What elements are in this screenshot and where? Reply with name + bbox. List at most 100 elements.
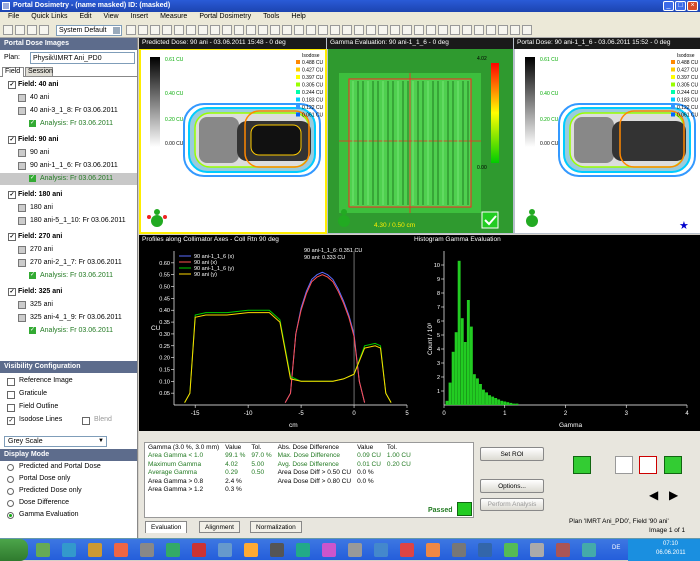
toolbar-tool-icon[interactable] — [318, 25, 328, 35]
taskbar-app-icon[interactable] — [296, 543, 310, 557]
toolbar-tool-icon[interactable] — [378, 25, 388, 35]
visibility-checkbox[interactable] — [7, 391, 15, 399]
options-button[interactable]: Options... — [480, 479, 544, 493]
analysis-item[interactable]: ✓ Analysis: Fr 03.06.2011 — [0, 173, 137, 185]
maximize-button[interactable]: □ — [675, 1, 686, 11]
taskbar-app-icon[interactable] — [88, 543, 102, 557]
visibility-option[interactable]: Reference Image — [0, 375, 73, 387]
taskbar-app-icon[interactable] — [348, 543, 362, 557]
menu-item[interactable]: Help — [291, 13, 305, 23]
toolbar-tool-icon[interactable] — [162, 25, 172, 35]
next-arrow-icon[interactable]: ▶ — [669, 488, 678, 502]
taskbar-app-icon[interactable] — [62, 543, 76, 557]
prediction-item[interactable]: 270 ani-2_1_7: Fr 03.06.2011 — [0, 257, 137, 269]
taskbar-app-icon[interactable] — [192, 543, 206, 557]
portal-image-item[interactable]: 40 ani — [0, 92, 137, 104]
taskbar-app-icon[interactable] — [166, 543, 180, 557]
toolbar-tool-icon[interactable] — [306, 25, 316, 35]
toolbar-tool-icon[interactable] — [354, 25, 364, 35]
menu-item[interactable]: File — [8, 13, 19, 23]
system-select[interactable]: System Default — [56, 25, 122, 36]
display-mode-option[interactable]: Gamma Evaluation — [0, 509, 137, 521]
toolbar-tool-icon[interactable] — [270, 25, 280, 35]
set-roi-button[interactable]: Set ROI — [480, 447, 544, 461]
taskbar-app-icon[interactable] — [374, 543, 388, 557]
undo-icon[interactable] — [39, 25, 49, 35]
taskbar-app-icon[interactable] — [478, 543, 492, 557]
toolbar-tool-icon[interactable] — [282, 25, 292, 35]
taskbar-app-icon[interactable] — [270, 543, 284, 557]
visibility-checkbox[interactable] — [7, 378, 15, 386]
visibility-checkbox[interactable] — [7, 404, 15, 412]
toolbar-tool-icon[interactable] — [210, 25, 220, 35]
portal-image-item[interactable]: 270 ani — [0, 244, 137, 256]
taskbar-app-icon[interactable] — [582, 543, 596, 557]
toolbar-tool-icon[interactable] — [150, 25, 160, 35]
warning-icon[interactable] — [573, 456, 591, 474]
taskbar-app-icon[interactable] — [400, 543, 414, 557]
radio-button[interactable] — [7, 476, 14, 483]
prediction-item[interactable]: 180 ani-5_1_10: Fr 03.06.2011 — [0, 215, 137, 227]
save-icon[interactable] — [15, 25, 25, 35]
field-checkbox[interactable]: ✓ — [8, 81, 16, 89]
field-name[interactable]: ✓ Field: 270 ani — [0, 231, 137, 243]
toolbar-tool-icon[interactable] — [474, 25, 484, 35]
close-button[interactable]: × — [687, 1, 698, 11]
visibility-option[interactable]: Graticule — [0, 388, 47, 400]
color-scale-select[interactable]: Grey Scale ▼ — [4, 436, 107, 447]
radio-button[interactable] — [7, 464, 14, 471]
toolbar-tool-icon[interactable] — [366, 25, 376, 35]
field-name[interactable]: ✓ Field: 325 ani — [0, 286, 137, 298]
eye-icon[interactable] — [615, 456, 633, 474]
print-icon[interactable] — [27, 25, 37, 35]
radio-button[interactable] — [7, 500, 14, 507]
toolbar-tool-icon[interactable] — [438, 25, 448, 35]
open-icon[interactable] — [3, 25, 13, 35]
taskbar-app-icon[interactable] — [322, 543, 336, 557]
field-name[interactable]: ✓ Field: 40 ani — [0, 79, 137, 91]
tab-alignment[interactable]: Alignment — [199, 521, 240, 533]
minimize-button[interactable]: _ — [663, 1, 674, 11]
taskbar-app-icon[interactable] — [244, 543, 258, 557]
plan-select[interactable]: Physik\IMRT Ani_PD0 — [30, 52, 135, 64]
toolbar-tool-icon[interactable] — [222, 25, 232, 35]
visibility-checkbox[interactable] — [82, 417, 90, 425]
approve-icon[interactable] — [664, 456, 682, 474]
menu-item[interactable]: Insert — [131, 13, 149, 23]
toolbar-tool-icon[interactable] — [462, 25, 472, 35]
toolbar-tool-icon[interactable] — [522, 25, 532, 35]
toolbar-tool-icon[interactable] — [234, 25, 244, 35]
portal-image-item[interactable]: 90 ani — [0, 147, 137, 159]
toolbar-tool-icon[interactable] — [450, 25, 460, 35]
taskbar-app-icon[interactable] — [426, 543, 440, 557]
radio-button[interactable] — [7, 488, 14, 495]
taskbar-app-icon[interactable] — [556, 543, 570, 557]
toolbar-tool-icon[interactable] — [186, 25, 196, 35]
analysis-item[interactable]: ✓ Analysis: Fr 03.06.2011 — [0, 270, 137, 282]
toolbar-tool-icon[interactable] — [258, 25, 268, 35]
field-checkbox[interactable]: ✓ — [8, 191, 16, 199]
taskbar-app-icon[interactable] — [36, 543, 50, 557]
display-mode-option[interactable]: Predicted Dose only — [0, 485, 137, 497]
menu-item[interactable]: Portal Dosimetry — [199, 13, 251, 23]
display-mode-option[interactable]: Portal Dose only — [0, 473, 137, 485]
visibility-option[interactable]: Field Outline — [0, 401, 58, 413]
taskbar-app-icon[interactable] — [504, 543, 518, 557]
toolbar-tool-icon[interactable] — [330, 25, 340, 35]
prediction-item[interactable]: 40 ani-3_1_8: Fr 03.06.2011 — [0, 105, 137, 117]
taskbar-app-icon[interactable] — [452, 543, 466, 557]
toolbar-tool-icon[interactable] — [246, 25, 256, 35]
portal-image-item[interactable]: 180 ani — [0, 202, 137, 214]
taskbar-app-icon[interactable] — [140, 543, 154, 557]
toolbar-tool-icon[interactable] — [426, 25, 436, 35]
toolbar-tool-icon[interactable] — [294, 25, 304, 35]
visibility-option[interactable]: Blend — [75, 414, 112, 426]
menu-item[interactable]: Tools — [263, 13, 279, 23]
visibility-checkbox[interactable]: ✓ — [7, 417, 15, 425]
language-indicator[interactable]: DE — [612, 545, 620, 551]
previous-arrow-icon[interactable]: ◀ — [649, 488, 658, 502]
tab-normalization[interactable]: Normalization — [250, 521, 302, 533]
toolbar-tool-icon[interactable] — [498, 25, 508, 35]
delta-icon[interactable] — [639, 456, 657, 474]
menu-item[interactable]: Measure — [160, 13, 187, 23]
